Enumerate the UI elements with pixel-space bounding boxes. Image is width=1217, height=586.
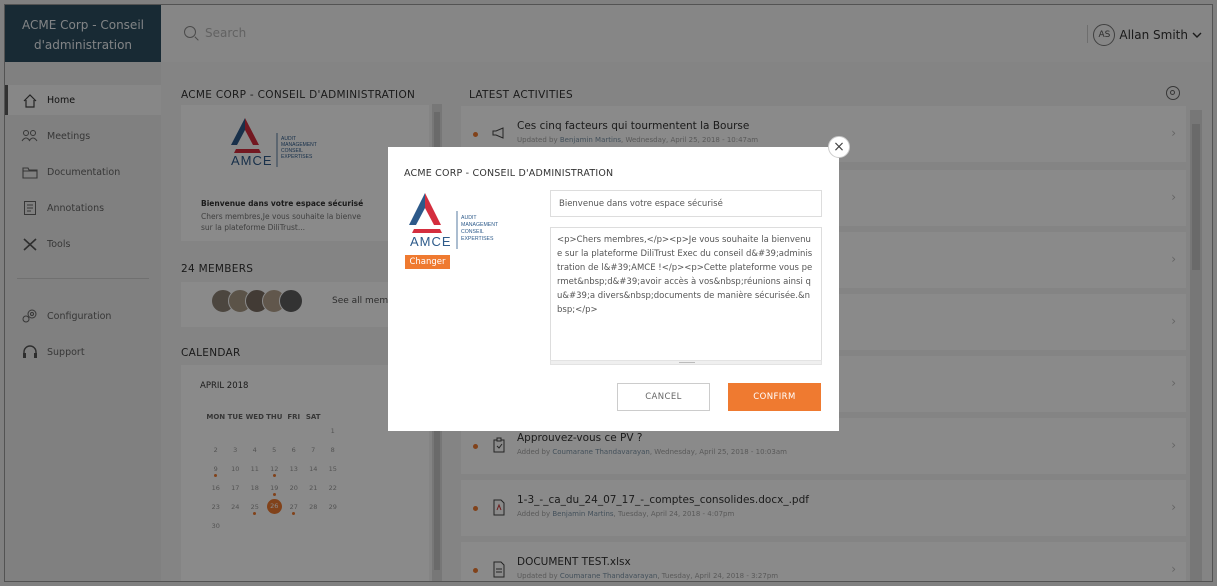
- change-logo-button[interactable]: Changer: [405, 255, 450, 269]
- dialog-title: ACME CORP - CONSEIL D'ADMINISTRATION: [404, 168, 614, 179]
- close-icon[interactable]: ×: [828, 136, 850, 158]
- cancel-button[interactable]: CANCEL: [617, 383, 710, 411]
- svg-text:EXPERTISES: EXPERTISES: [461, 236, 494, 242]
- textarea-resize-handle[interactable]: [550, 360, 822, 365]
- svg-text:AUDIT: AUDIT: [461, 215, 477, 221]
- welcome-text-textarea[interactable]: <p>Chers membres,</p><p>Je vous souhaite…: [550, 227, 822, 361]
- amce-logo: AMCE AUDIT MANAGEMENT CONSEIL EXPERTISES: [409, 193, 499, 249]
- confirm-button[interactable]: CONFIRM: [728, 383, 821, 411]
- edit-welcome-dialog: ACME CORP - CONSEIL D'ADMINISTRATION AMC…: [388, 147, 839, 431]
- svg-text:MANAGEMENT: MANAGEMENT: [461, 222, 499, 228]
- welcome-title-input[interactable]: Bienvenue dans votre espace sécurisé: [550, 190, 822, 217]
- svg-text:AMCE: AMCE: [410, 234, 452, 249]
- svg-text:CONSEIL: CONSEIL: [461, 229, 484, 235]
- dialog-logo: AMCE AUDIT MANAGEMENT CONSEIL EXPERTISES: [405, 189, 529, 255]
